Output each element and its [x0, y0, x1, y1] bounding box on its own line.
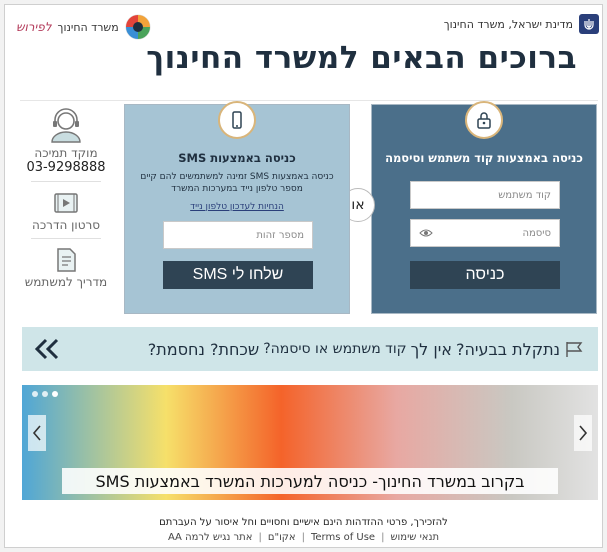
id-number-input[interactable]: מספר זהות — [163, 221, 313, 249]
mobile-phone-icon — [218, 101, 256, 139]
footer-separator: | — [301, 532, 305, 543]
carousel-dots — [32, 391, 58, 397]
ministry-badge-icon — [125, 14, 151, 40]
footer-separator: | — [381, 532, 385, 543]
carousel-dot[interactable] — [52, 391, 58, 397]
footer: להזכירך, פרטי ההזדהות הינם אישיים וחסויי… — [5, 517, 602, 543]
trouble-bar[interactable]: נתקלת בבעיה? אין לך קוד משתמש או סיסמה? … — [22, 327, 598, 371]
flag-icon — [566, 342, 583, 357]
double-chevron-left-icon[interactable] — [34, 338, 60, 360]
user-guide-link[interactable]: מדריך למשתמש — [22, 245, 110, 289]
trouble-tail: שכחת? נחסמת? — [147, 339, 260, 359]
eye-icon[interactable] — [419, 228, 433, 238]
ministry-name: משרד החינוך — [57, 20, 119, 34]
banner-caption: בקרוב במשרד החינוך- כניסה למערכות המשרד … — [62, 468, 558, 494]
login-sms-title: כניסה באמצעות SMS — [178, 151, 296, 165]
sidebar-divider — [31, 181, 101, 182]
send-sms-button[interactable]: שלחו לי SMS — [163, 261, 313, 289]
terms-he-link[interactable]: תנאי שימוש — [390, 532, 439, 543]
carousel-dot[interactable] — [42, 391, 48, 397]
trouble-middle-b: קוד משתמש או סיסמה? — [263, 341, 407, 357]
tutorial-video-label: סרטון הדרכה — [31, 218, 101, 232]
footer-links: תנאי שימוש | Terms of Use | אקו"ם | אתר … — [5, 532, 602, 543]
tutorial-video-link[interactable]: סרטון הדרכה — [22, 188, 110, 232]
id-number-placeholder: מספר זהות — [256, 229, 304, 241]
support-center[interactable]: מוקד תמיכה 03-9298888 — [22, 104, 110, 175]
login-submit-button[interactable]: כניסה — [410, 261, 560, 289]
privacy-note: להזכירך, פרטי ההזדהות הינם אישיים וחסויי… — [159, 517, 448, 528]
carousel-next-button[interactable] — [574, 415, 592, 451]
carousel-prev-button[interactable] — [28, 415, 46, 451]
password-input[interactable]: סיסמה — [410, 219, 560, 247]
support-phone: 03-9298888 — [26, 160, 106, 175]
phone-update-link[interactable]: הנחיות לעדכון טלפון נייד — [125, 202, 349, 212]
sms-description: כניסה באמצעות SMS זמינה למשתמשים להם קיי… — [140, 172, 334, 194]
accessibility-link[interactable]: אתר נגיש לרמה AA — [168, 532, 253, 543]
page-title: ברוכים הבאים למשרד החינוך — [146, 40, 577, 76]
carousel-dot[interactable] — [32, 391, 38, 397]
gov-title: מדינת ישראל, משרד החינוך — [443, 17, 573, 31]
gov-logo[interactable]: מדינת ישראל, משרד החינוך — [444, 14, 599, 34]
trouble-lead: נתקלת בבעיה? — [455, 339, 560, 359]
chevron-left-icon — [32, 425, 41, 441]
menorah-emblem-icon — [579, 14, 599, 34]
password-placeholder: סיסמה — [522, 227, 551, 239]
ministry-logo[interactable]: משרד החינוך לפירוש — [16, 14, 151, 40]
login-user-panel: כניסה באמצעות קוד משתמש וסיסמה קוד משתמש… — [371, 101, 597, 314]
terms-en-link[interactable]: Terms of Use — [311, 532, 375, 543]
username-placeholder: קוד משתמש — [498, 189, 551, 201]
support-label: מוקד תמיכה — [34, 146, 98, 160]
username-input[interactable]: קוד משתמש — [410, 181, 560, 209]
trouble-text: נתקלת בבעיה? אין לך קוד משתמש או סיסמה? … — [148, 340, 586, 359]
login-user-title: כניסה באמצעות קוד משתמש וסיסמה — [385, 151, 583, 165]
sidebar-divider — [31, 238, 101, 239]
chevron-right-icon — [579, 425, 588, 441]
video-play-icon — [54, 193, 78, 213]
trouble-middle-a: אין לך — [410, 339, 452, 359]
document-icon — [57, 248, 76, 272]
copyright-link[interactable]: אקו"ם — [268, 532, 296, 543]
headset-agent-icon — [51, 108, 81, 143]
login-sms-panel: כניסה באמצעות SMS כניסה באמצעות SMS זמינ… — [124, 101, 350, 314]
user-guide-label: מדריך למשתמש — [24, 275, 108, 289]
ministry-tag: לפירוש — [16, 20, 52, 34]
promo-banner: בקרוב במשרד החינוך- כניסה למערכות המשרד … — [22, 385, 598, 500]
help-sidebar: מוקד תמיכה 03-9298888 סרטון הדרכה מדריך … — [22, 104, 110, 289]
lock-icon — [465, 101, 503, 139]
footer-separator: | — [258, 532, 262, 543]
